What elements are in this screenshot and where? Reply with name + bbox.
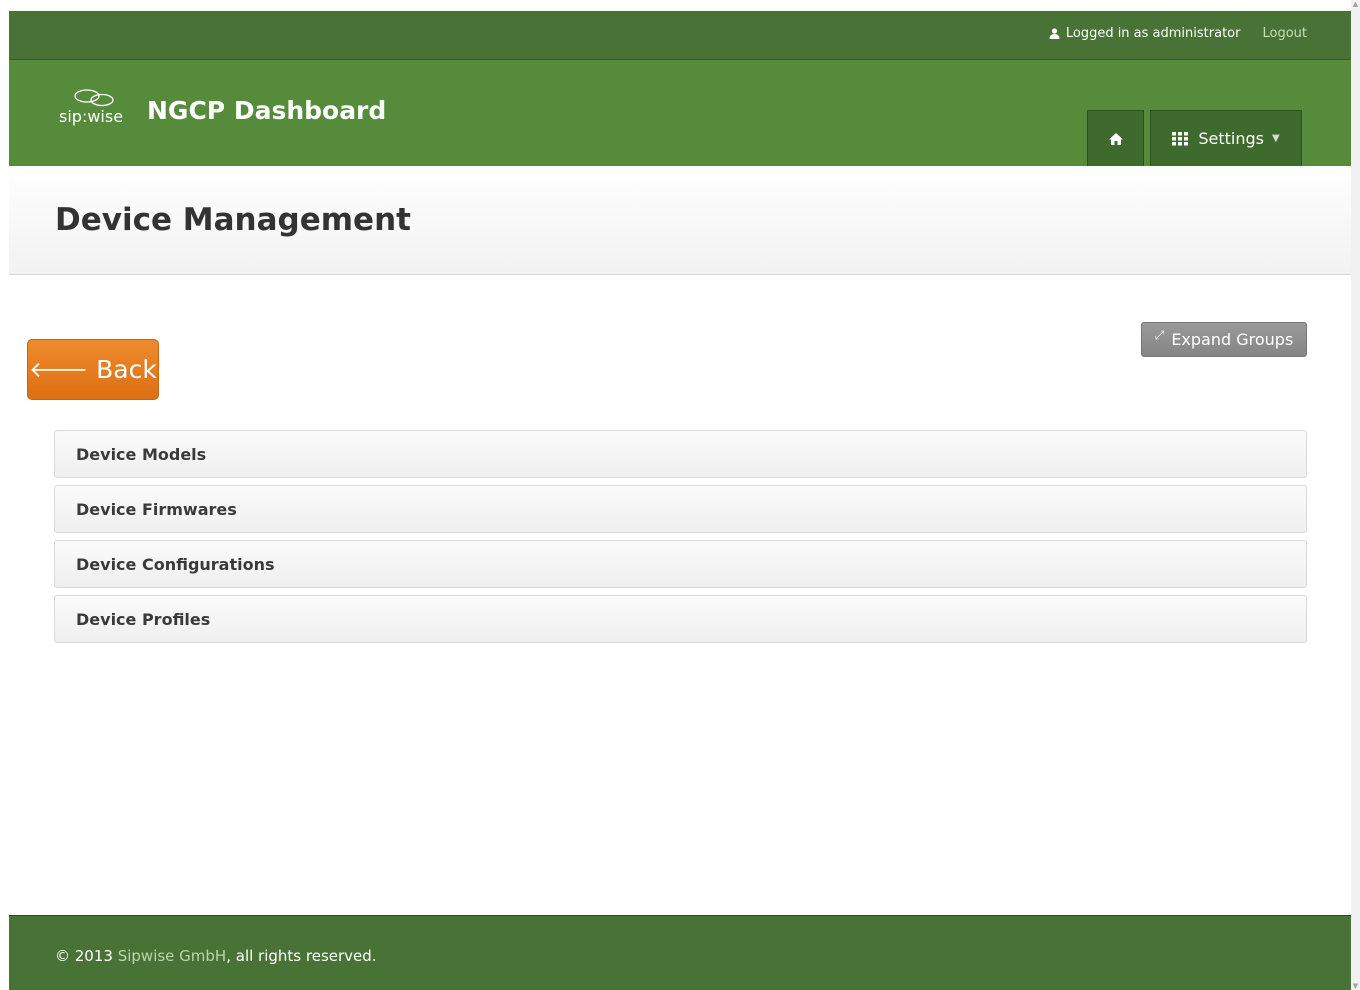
app-title: NGCP Dashboard: [147, 96, 387, 125]
expand-label: Expand Groups: [1171, 330, 1294, 349]
group-label: Device Profiles: [76, 609, 211, 629]
group-label: Device Models: [76, 444, 207, 464]
group-label: Device Firmwares: [76, 499, 237, 519]
scroll-down-icon[interactable]: ▼: [1352, 982, 1359, 990]
copyright-prefix: © 2013: [55, 947, 118, 965]
group-label: Device Configurations: [76, 554, 275, 574]
chevron-down-icon: ▼: [1271, 133, 1280, 144]
top-bar: Logged in as administrator Logout: [9, 11, 1351, 60]
sipwise-logo: sip:wise: [59, 89, 143, 126]
vertical-scrollbar[interactable]: ▲ ▼: [1351, 0, 1360, 990]
scroll-up-icon[interactable]: ▲: [1352, 0, 1359, 8]
group-device-configurations[interactable]: Device Configurations: [54, 540, 1307, 588]
user-icon: [1049, 28, 1060, 39]
expand-groups-button[interactable]: ⤢ Expand Groups: [1141, 322, 1307, 357]
home-icon: [1108, 132, 1123, 145]
settings-menu-button[interactable]: Settings ▼: [1150, 110, 1302, 166]
app-header: sip:wise NGCP Dashboard Settings ▼: [9, 60, 1351, 166]
logged-in-text: Logged in as administrator: [1065, 26, 1241, 41]
login-status: Logged in as administrator Logout: [1049, 26, 1307, 41]
copyright-suffix: , all rights reserved.: [226, 947, 377, 965]
copyright: © 2013 Sipwise GmbH, all rights reserved…: [55, 947, 377, 965]
group-device-firmwares[interactable]: Device Firmwares: [54, 485, 1307, 533]
arrow-left-icon: 🡐: [29, 357, 89, 383]
expand-icon: ⤢: [1154, 328, 1165, 342]
group-list: Device Models Device Firmwares Device Co…: [54, 430, 1307, 650]
footer: © 2013 Sipwise GmbH, all rights reserved…: [9, 915, 1351, 990]
brand[interactable]: sip:wise NGCP Dashboard: [59, 89, 387, 126]
page-title: Device Management: [55, 202, 411, 238]
logout-link[interactable]: Logout: [1262, 26, 1307, 41]
group-device-profiles[interactable]: Device Profiles: [54, 595, 1307, 643]
back-label: Back: [96, 355, 157, 384]
browser-viewport: Logged in as administrator Logout sip:wi…: [9, 11, 1351, 990]
back-button[interactable]: 🡐 Back: [27, 339, 159, 400]
group-device-models[interactable]: Device Models: [54, 430, 1307, 478]
company-link[interactable]: Sipwise GmbH: [118, 947, 227, 965]
grid-icon: [1172, 131, 1189, 145]
settings-label: Settings: [1198, 129, 1264, 148]
home-button[interactable]: [1087, 110, 1144, 166]
speech-bubbles-icon: [74, 89, 114, 107]
logo-text: sip:wise: [59, 107, 124, 126]
page-title-band: Device Management: [9, 166, 1351, 275]
